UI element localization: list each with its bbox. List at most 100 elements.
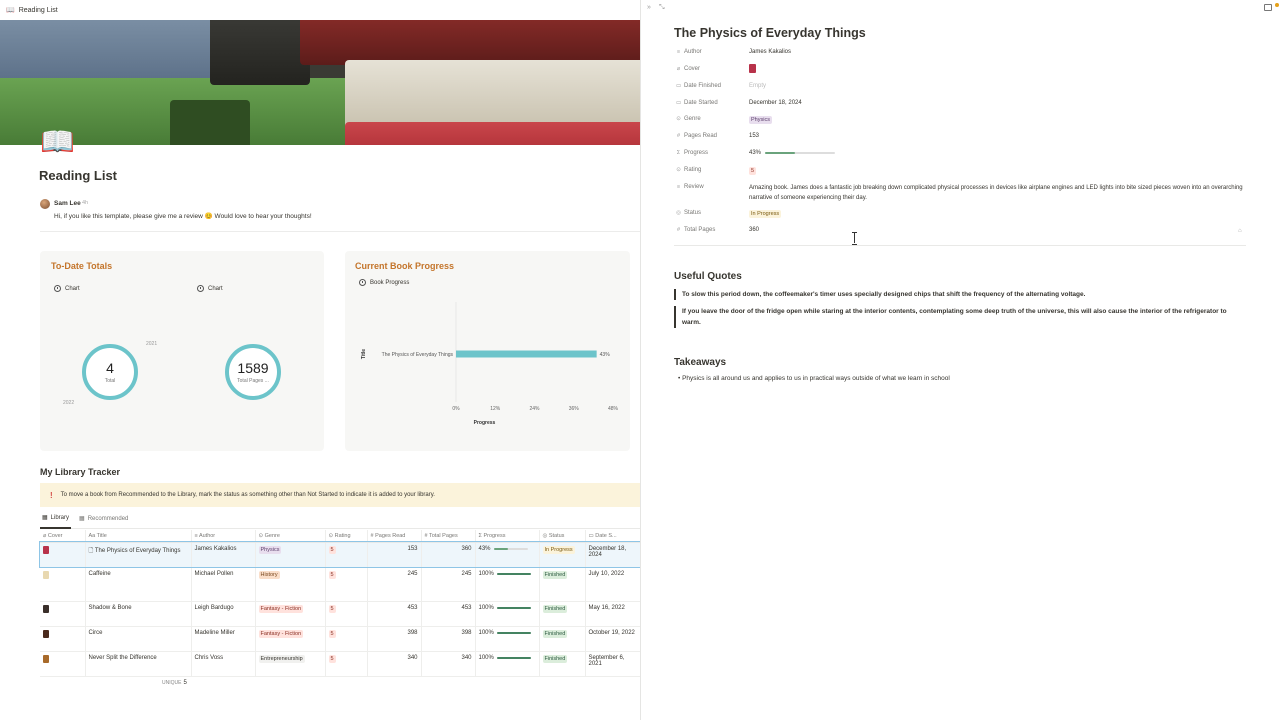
date-cell[interactable]: July 10, 2022 (585, 567, 641, 602)
quote-block[interactable]: To slow this period down, the coffeemake… (674, 289, 1234, 300)
date-cell[interactable]: October 19, 2022 (585, 626, 641, 652)
total-pages-cell[interactable]: 340 (421, 651, 476, 677)
genre-tag[interactable]: Entrepreneurship (258, 654, 305, 663)
total-pages-cell[interactable]: 398 (421, 626, 476, 652)
property-value[interactable]: December 18, 2024 (749, 100, 802, 106)
window-title[interactable]: Reading List (19, 7, 58, 14)
takeaways-heading[interactable]: Takeaways (674, 357, 726, 368)
date-cell[interactable]: September 6, 2021 (585, 651, 641, 677)
status-tag[interactable]: Finished (542, 604, 568, 613)
quote-block[interactable]: If you leave the door of the fridge open… (674, 306, 1234, 328)
status-cell[interactable]: Finished (539, 567, 586, 602)
title-cell[interactable]: Caffeine (85, 567, 192, 602)
property-label[interactable]: ≡ Author (676, 49, 702, 55)
column-header[interactable]: Σ Progress (475, 530, 540, 543)
column-header[interactable]: ≡ Author (191, 530, 256, 543)
status-tag[interactable]: Finished (542, 570, 568, 579)
bullet-item[interactable]: • Physics is all around us and applies t… (678, 375, 950, 382)
column-header[interactable]: ◎ Status (539, 530, 586, 543)
page-cover-image[interactable] (0, 20, 640, 145)
rating-tag[interactable]: 5 (328, 654, 336, 663)
property-value[interactable]: In Progress (749, 210, 782, 218)
tab-recommended[interactable]: ▦ Recommended (77, 513, 130, 529)
title-cell[interactable]: 🗋 The Physics of Everyday Things (85, 542, 192, 568)
property-label[interactable]: ◎ Status (676, 210, 701, 216)
table-row[interactable]: Circe Madeline Miller Fantasy - Fiction 5 39… (40, 626, 641, 652)
pages-read-cell[interactable]: 153 (367, 542, 422, 568)
total-pages-cell[interactable]: 360 (421, 542, 476, 568)
column-header[interactable]: Aa Title (85, 530, 192, 543)
genre-tag[interactable]: Fantasy - Fiction (258, 604, 304, 613)
property-value[interactable]: 360 (749, 227, 759, 233)
property-label[interactable]: ⊙ Rating (676, 167, 701, 173)
chart-label[interactable]: Chart (54, 285, 80, 292)
title-cell[interactable]: Circe (85, 626, 192, 652)
property-options-icon[interactable]: ⌂ (1238, 228, 1242, 234)
property-label[interactable]: ▭ Date Finished (676, 83, 721, 89)
property-label[interactable]: ⊙ Genre (676, 116, 701, 122)
total-pages-cell[interactable]: 245 (421, 567, 476, 602)
genre-tag[interactable]: History (258, 570, 280, 579)
column-header[interactable]: ⊙ Genre (255, 530, 326, 543)
table-footer-calc[interactable]: UNIQUE 5 (162, 680, 187, 686)
pages-read-cell[interactable]: 245 (367, 567, 422, 602)
author-cell[interactable]: Michael Pollen (191, 567, 256, 602)
column-header[interactable]: ⌀ Cover (40, 530, 86, 543)
genre-cell[interactable]: Physics (255, 542, 326, 568)
property-label[interactable]: # Total Pages (676, 227, 715, 233)
property-value[interactable] (749, 64, 756, 75)
column-header[interactable]: # Pages Read (367, 530, 422, 543)
genre-cell[interactable]: Fantasy - Fiction (255, 626, 326, 652)
rating-tag[interactable]: 5 (328, 604, 336, 613)
detail-title[interactable]: The Physics of Everyday Things (674, 26, 866, 40)
date-cell[interactable]: May 16, 2022 (585, 601, 641, 627)
close-peek-icon[interactable]: » (647, 4, 651, 11)
quotes-heading[interactable]: Useful Quotes (674, 271, 742, 282)
rating-cell[interactable]: 5 (325, 651, 368, 677)
chart-label[interactable]: Book Progress (359, 279, 409, 286)
column-header[interactable]: # Total Pages (421, 530, 476, 543)
book-progress-bar-chart[interactable]: 0% 12% 24% 36% 48% The Physics of Everyday Th… (345, 292, 630, 432)
property-value[interactable]: Physics (749, 116, 772, 124)
property-value[interactable]: 153 (749, 133, 759, 139)
property-label[interactable]: Σ Progress (676, 150, 708, 156)
donut-chart-total[interactable]: 4 Total (82, 344, 138, 400)
property-value[interactable]: Empty (749, 83, 766, 89)
property-label[interactable]: ▭ Date Started (676, 100, 718, 106)
rating-cell[interactable]: 5 (325, 601, 368, 627)
avatar[interactable] (40, 199, 50, 209)
rating-cell[interactable]: 5 (325, 567, 368, 602)
title-cell[interactable]: Never Split the Difference (85, 651, 192, 677)
status-cell[interactable]: Finished (539, 651, 586, 677)
open-book-icon[interactable]: 📖 (40, 128, 75, 156)
property-value[interactable]: 5 (749, 167, 757, 175)
rating-cell[interactable]: 5 (325, 626, 368, 652)
property-value[interactable]: 43% (749, 150, 836, 156)
genre-tag[interactable]: Fantasy - Fiction (258, 629, 304, 638)
rating-tag[interactable]: 5 (328, 545, 336, 554)
column-header[interactable]: ▭ Date S... (585, 530, 641, 543)
cover-cell[interactable] (40, 601, 86, 627)
comment-icon[interactable] (1264, 4, 1272, 11)
property-value[interactable]: James Kakalios (749, 49, 791, 55)
pages-read-cell[interactable]: 340 (367, 651, 422, 677)
donut-chart-pages[interactable]: 1589 Total Pages ... (225, 344, 281, 400)
date-cell[interactable]: December 18, 2024 (585, 542, 641, 568)
table-row[interactable]: Never Split the Difference Chris Voss Entr… (40, 651, 641, 677)
title-cell[interactable]: Shadow & Bone (85, 601, 192, 627)
status-cell[interactable]: Finished (539, 601, 586, 627)
property-label[interactable]: ≡ Review (676, 184, 704, 190)
rating-cell[interactable]: 5 (325, 542, 368, 568)
property-value[interactable]: Amazing book. James does a fantastic job… (749, 184, 1249, 203)
property-label[interactable]: # Pages Read (676, 133, 717, 139)
status-tag[interactable]: Finished (542, 629, 568, 638)
genre-cell[interactable]: Entrepreneurship (255, 651, 326, 677)
author-cell[interactable]: Chris Voss (191, 651, 256, 677)
author-cell[interactable]: Leigh Bardugo (191, 601, 256, 627)
tab-library[interactable]: ▦ Library (40, 513, 72, 529)
author-cell[interactable]: Madeline Miller (191, 626, 256, 652)
genre-cell[interactable]: Fantasy - Fiction (255, 601, 326, 627)
genre-tag[interactable]: Physics (258, 545, 282, 554)
property-label[interactable]: ⌀ Cover (676, 66, 700, 72)
table-row[interactable]: Caffeine Michael Pollen History 5 245 245 100%… (40, 567, 641, 602)
